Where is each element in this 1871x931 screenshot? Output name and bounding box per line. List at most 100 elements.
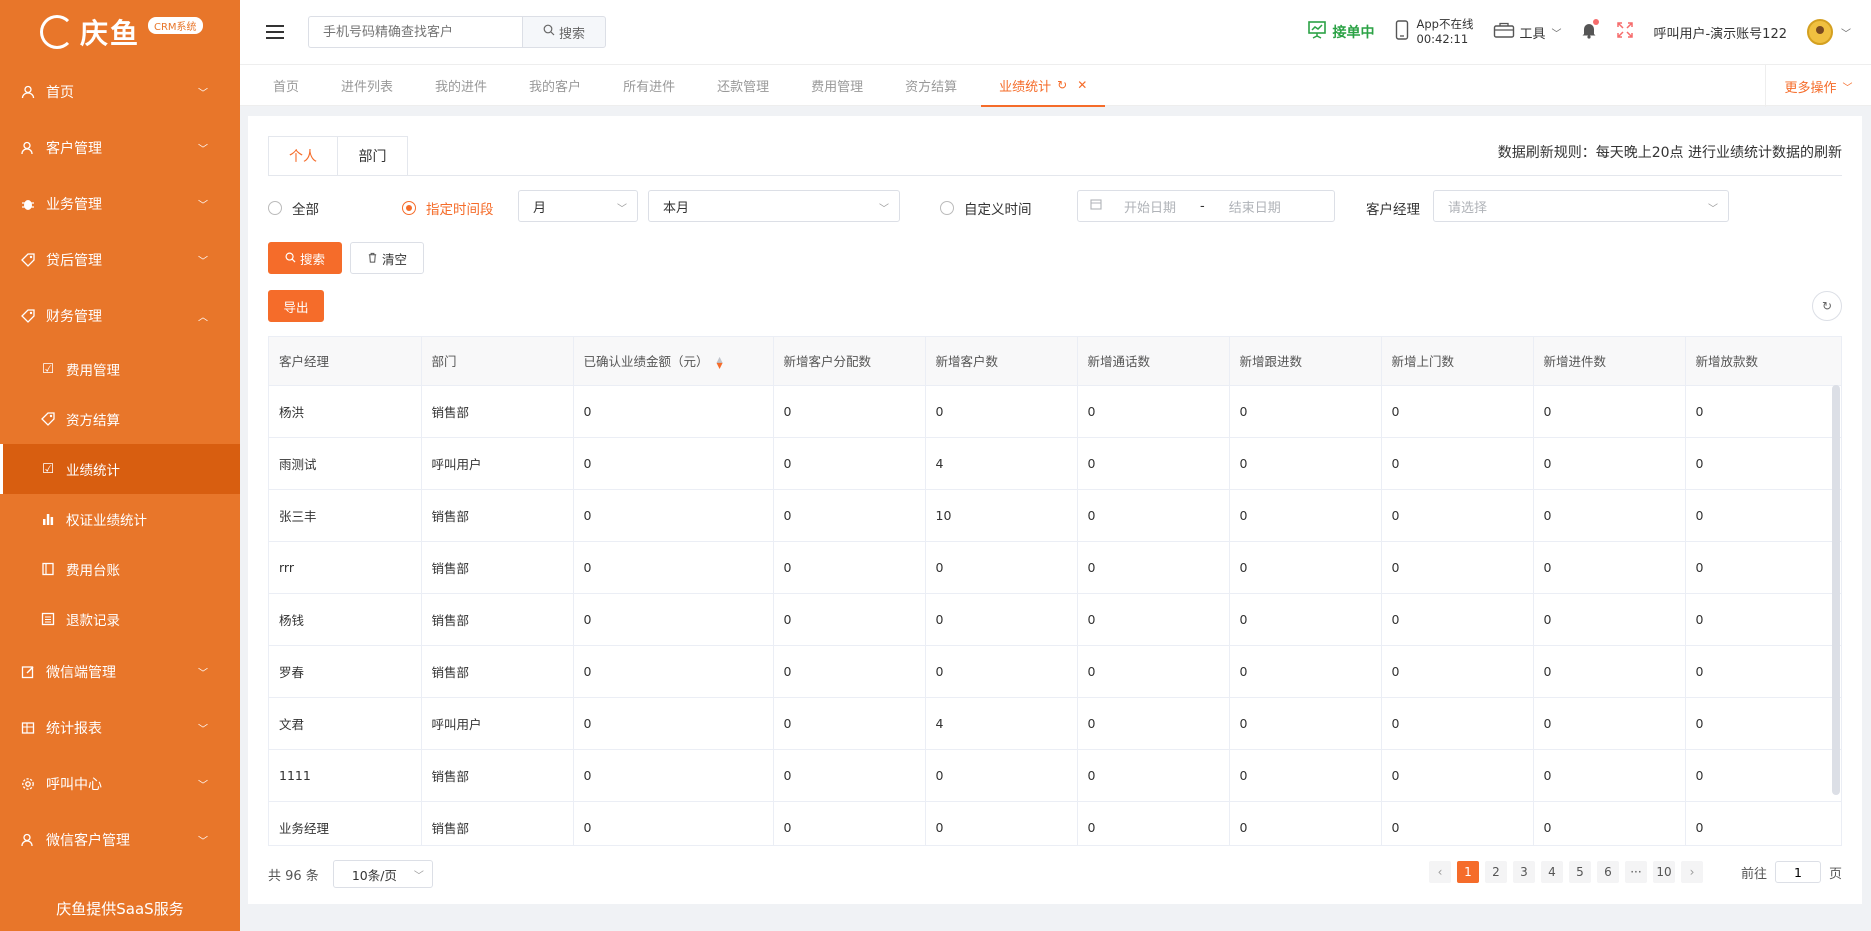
page-button[interactable]: 6 (1596, 861, 1619, 883)
sidebar-item-customers[interactable]: 客户管理 ﹀ (0, 120, 240, 176)
page-size-select[interactable]: 10条/页 ﹀ (332, 860, 433, 888)
period-value-select[interactable]: 本月 ﹀ (648, 190, 900, 222)
table-cell: 0 (773, 489, 926, 542)
app-status-text: App不在线 (1416, 17, 1474, 31)
sidebar-item-wechat-mgmt[interactable]: 微信端管理 ﹀ (0, 644, 240, 700)
table-cell: 0 (1077, 801, 1230, 845)
more-actions-dropdown[interactable]: 更多操作 ﹀ (1765, 65, 1871, 107)
chevron-down-icon: ﹀ (198, 88, 208, 100)
sidebar-item-label: 业务管理 (46, 197, 102, 213)
edit-icon (20, 664, 36, 680)
fullscreen-toggle[interactable] (1617, 22, 1634, 42)
page-button[interactable]: ··· (1624, 861, 1647, 883)
clear-button[interactable]: 清空 (350, 242, 424, 274)
notification-dot (1593, 19, 1600, 25)
table-cell: 0 (1381, 749, 1534, 802)
close-icon[interactable]: ✕ (1077, 78, 1087, 92)
sidebar-item-refund-records[interactable]: 退款记录 (0, 594, 240, 644)
tab-department[interactable]: 部门 (338, 136, 408, 176)
table-header-row: 客户经理 部门 已确认业绩金额（元） ▲ ▼ 新增客户分配数 新增客户数 新增通话数… (269, 337, 1841, 386)
sidebar-item-wechat-customers[interactable]: 微信客户管理 ﹀ (0, 812, 240, 868)
tab-my-applications[interactable]: 我的进件 (435, 64, 487, 106)
radio-period[interactable]: 指定时间段 (402, 198, 494, 218)
radio-all[interactable]: 全部 (268, 198, 319, 218)
sidebar-item-reports[interactable]: 统计报表 ﹀ (0, 700, 240, 756)
sidebar-item-expense-ledger[interactable]: 费用台账 (0, 544, 240, 594)
search-filter-button[interactable]: 搜索 (268, 242, 342, 274)
table-cell: 4 (925, 697, 1078, 750)
table-row: rrr 销售部 0 0 0 0 0 0 0 0 (269, 541, 1841, 594)
logo: 庆鱼 CRM系统 (0, 0, 240, 64)
chevron-down-icon: ﹀ (1841, 28, 1851, 40)
tag-icon (20, 252, 36, 268)
sidebar-item-label: 费用管理 (66, 363, 120, 379)
tab-expense[interactable]: 费用管理 (811, 64, 863, 106)
sidebar: 庆鱼 CRM系统 首页 ﹀ 客户管理 ﹀ 业务管理 ﹀ 贷后管理 ﹀ 财务管理 … (0, 0, 240, 931)
sidebar-item-fund-settlement[interactable]: 资方结算 (0, 394, 240, 444)
sort-icon[interactable]: ▲ ▼ (717, 355, 723, 369)
page-button[interactable]: 1 (1456, 861, 1479, 883)
column-header-label: 已确认业绩金额（元） (583, 354, 709, 370)
refresh-table-icon[interactable]: ↻ (1812, 291, 1842, 321)
menu-toggle-icon[interactable] (266, 21, 284, 43)
notifications[interactable] (1581, 19, 1600, 43)
page-button[interactable]: 10 (1652, 861, 1675, 883)
page-list: 1 2 3 4 5 6 ··· 10 (1451, 861, 1675, 883)
refresh-rule-text: 数据刷新规则：每天晚上20点 进行业绩统计数据的刷新 (1497, 145, 1842, 161)
table-cell: 销售部 (421, 645, 574, 698)
tab-fund-settlement[interactable]: 资方结算 (905, 64, 957, 106)
fish-logo-icon (40, 15, 74, 49)
column-header-sortable[interactable]: 已确认业绩金额（元） ▲ ▼ (573, 337, 774, 386)
export-button[interactable]: 导出 (268, 290, 324, 322)
sidebar-item-post-loan[interactable]: 贷后管理 ﹀ (0, 232, 240, 288)
search-input[interactable] (308, 16, 522, 48)
table-cell: 0 (1381, 593, 1534, 646)
user-icon (20, 84, 36, 100)
page-button[interactable]: 3 (1512, 861, 1535, 883)
table-row: 杨钱 销售部 0 0 0 0 0 0 0 0 (269, 593, 1841, 646)
table-cell: 0 (925, 385, 1078, 438)
radio-custom-time[interactable]: 自定义时间 (940, 198, 1032, 218)
search-button-label: 搜索 (558, 26, 585, 42)
user-icon (20, 832, 36, 848)
next-page-button[interactable]: › (1680, 861, 1703, 883)
search-button[interactable]: 搜索 (522, 16, 606, 48)
user-menu[interactable]: 呼叫用户-演示账号122 ﹀ (1653, 19, 1851, 45)
sidebar-item-finance[interactable]: 财务管理 ︿ (0, 288, 240, 344)
tab-repayment[interactable]: 还款管理 (717, 64, 769, 106)
sidebar-item-label: 首页 (46, 85, 74, 101)
table-cell: 杨钱 (269, 593, 422, 646)
table-cell: 0 (1533, 541, 1686, 594)
page-button[interactable]: 2 (1484, 861, 1507, 883)
view-tabs: 个人 部门 (268, 136, 408, 176)
sidebar-item-home[interactable]: 首页 ﹀ (0, 64, 240, 120)
sidebar-item-call-center[interactable]: 呼叫中心 ﹀ (0, 756, 240, 812)
sidebar-item-performance-stats[interactable]: ☑ 业绩统计 (0, 444, 240, 494)
tab-performance-stats[interactable]: 业绩统计 ↻ ✕ (981, 64, 1106, 107)
manager-select[interactable]: 请选择 ﹀ (1433, 190, 1729, 222)
table-cell: 0 (925, 749, 1078, 802)
prev-page-button[interactable]: ‹ (1428, 861, 1451, 883)
work-status-toggle[interactable]: 接单中 (1307, 20, 1375, 44)
tab-application-list[interactable]: 进件列表 (341, 64, 393, 106)
tab-all-applications[interactable]: 所有进件 (623, 64, 675, 106)
chevron-down-icon: ﹀ (1842, 82, 1853, 94)
sidebar-item-warrant-performance[interactable]: 权证业绩统计 (0, 494, 240, 544)
table-cell: 0 (1077, 749, 1230, 802)
date-range-picker[interactable]: 开始日期 - 结束日期 (1077, 190, 1335, 222)
tab-personal[interactable]: 个人 (268, 136, 338, 176)
refresh-icon[interactable]: ↻ (1057, 78, 1067, 92)
page-button[interactable]: 5 (1568, 861, 1591, 883)
table-cell: 0 (1685, 385, 1841, 438)
period-unit-select[interactable]: 月 ﹀ (518, 190, 638, 222)
clear-button-label: 清空 (381, 251, 407, 267)
sidebar-item-expense-management[interactable]: ☑ 费用管理 (0, 344, 240, 394)
goto-page-input[interactable] (1774, 861, 1821, 883)
page-button[interactable]: 4 (1540, 861, 1563, 883)
sidebar-item-business[interactable]: 业务管理 ﹀ (0, 176, 240, 232)
tab-home[interactable]: 首页 (273, 64, 299, 106)
table-scrollbar[interactable] (1832, 385, 1840, 795)
tools-dropdown[interactable]: 工具 ﹀ (1493, 21, 1561, 43)
table-cell: 0 (573, 489, 774, 542)
tab-my-customers[interactable]: 我的客户 (529, 64, 581, 106)
